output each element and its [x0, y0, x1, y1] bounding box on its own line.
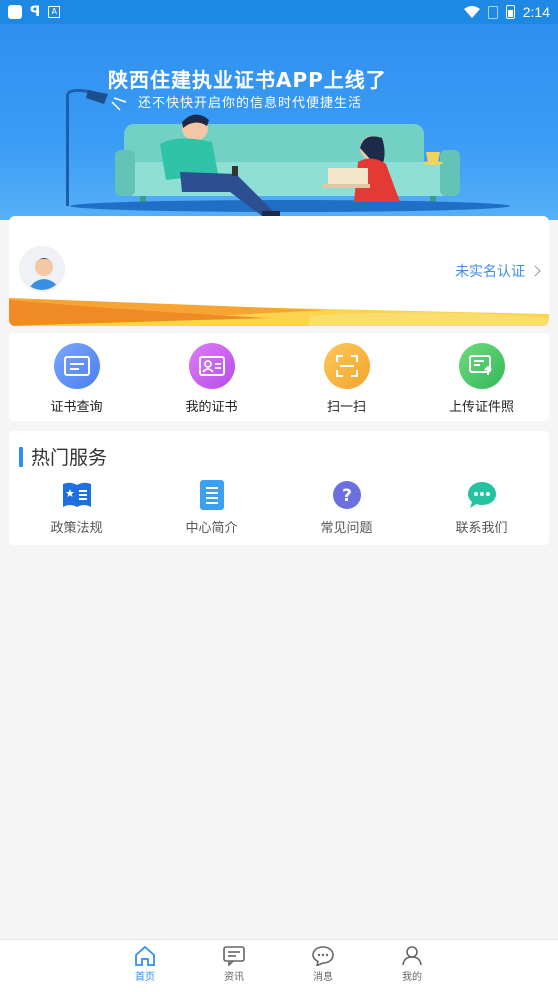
service-label: 政策法规 — [50, 521, 103, 536]
sim-icon — [487, 5, 498, 19]
notification-app-icon — [8, 5, 22, 19]
section-title: 热门服务 — [31, 447, 108, 469]
quick-actions-panel: 证书查询 我的证书 扫一扫 上传证件照 — [9, 333, 549, 421]
message-icon — [312, 946, 334, 966]
svg-text:?: ? — [342, 486, 352, 506]
document-icon — [196, 479, 228, 511]
nav-news[interactable]: 资讯 — [214, 946, 254, 983]
section-accent-bar — [19, 446, 23, 467]
policy-book-icon — [61, 479, 93, 511]
nav-label: 我的 — [402, 972, 422, 983]
bottom-nav: 首页 资讯 消息 我的 — [0, 939, 558, 992]
verify-identity-link[interactable]: 未实名认证 — [455, 261, 541, 281]
quick-action-label: 上传证件照 — [448, 400, 514, 415]
service-label: 常见问题 — [320, 521, 373, 536]
chat-icon — [466, 479, 498, 511]
quick-action-label: 扫一扫 — [326, 400, 366, 415]
wifi-icon — [463, 5, 480, 18]
hot-services-section: 热门服务 政策法规 中心简介 ? 常见问题 联系我们 — [9, 431, 549, 545]
notification-a-icon: A — [48, 6, 61, 18]
status-time: 2:14 — [522, 4, 550, 20]
service-label: 中心简介 — [185, 521, 238, 536]
service-label: 联系我们 — [455, 521, 508, 536]
avatar-person-icon — [21, 248, 63, 290]
banner-illustration — [66, 88, 510, 216]
user-card: 未实名认证 — [9, 216, 549, 326]
card-wave-decoration — [9, 298, 549, 326]
promo-banner[interactable]: 陕西住建执业证书APP上线了 还不快快开启你的信息时代便捷生活 — [0, 24, 558, 220]
news-icon — [223, 946, 245, 966]
certificate-query-button[interactable]: 证书查询 — [9, 333, 144, 421]
nav-label: 首页 — [135, 972, 155, 983]
verify-label: 未实名认证 — [455, 264, 525, 280]
contact-us-button[interactable]: 联系我们 — [414, 479, 549, 536]
avatar[interactable] — [19, 246, 65, 292]
quick-action-label: 证书查询 — [50, 400, 103, 415]
banner-title: 陕西住建执业证书APP上线了 — [108, 68, 387, 92]
my-certificate-icon — [188, 343, 235, 389]
my-certificate-button[interactable]: 我的证书 — [144, 333, 279, 421]
nav-label: 资讯 — [224, 972, 244, 983]
battery-icon — [505, 5, 515, 19]
scan-icon — [323, 343, 370, 389]
quick-action-label: 我的证书 — [185, 400, 238, 415]
notification-glyph-icon: ꟼ — [30, 4, 41, 20]
profile-icon — [402, 946, 422, 966]
policy-regulations-button[interactable]: 政策法规 — [9, 479, 144, 536]
nav-label: 消息 — [313, 972, 333, 983]
faq-button[interactable]: ? 常见问题 — [279, 479, 414, 536]
nav-profile[interactable]: 我的 — [392, 946, 432, 983]
status-bar: ꟼ A 2:14 — [0, 0, 558, 24]
home-icon — [135, 946, 155, 966]
nav-home[interactable]: 首页 — [125, 946, 165, 983]
question-icon: ? — [331, 479, 363, 511]
upload-photo-button[interactable]: 上传证件照 — [414, 333, 549, 421]
scan-button[interactable]: 扫一扫 — [279, 333, 414, 421]
certificate-search-icon — [53, 343, 100, 389]
banner-subtitle: 还不快快开启你的信息时代便捷生活 — [138, 96, 363, 111]
center-intro-button[interactable]: 中心简介 — [144, 479, 279, 536]
hot-services-header: 热门服务 — [19, 443, 107, 470]
chevron-right-icon — [529, 265, 541, 277]
nav-messages[interactable]: 消息 — [303, 946, 343, 983]
upload-photo-icon — [458, 343, 505, 389]
